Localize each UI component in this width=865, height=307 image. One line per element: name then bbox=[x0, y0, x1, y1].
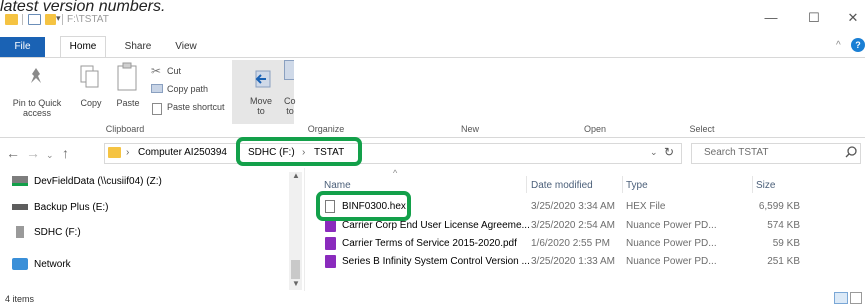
recent-locations-icon[interactable]: ⌄ bbox=[46, 148, 54, 162]
pin-to-quick-access-button[interactable]: Pin to Quick access bbox=[2, 98, 72, 118]
tab-share[interactable]: Share bbox=[118, 38, 158, 56]
sd-card-icon bbox=[16, 226, 24, 239]
network-icon bbox=[12, 258, 28, 271]
separator bbox=[62, 14, 63, 25]
item-count: 4 items bbox=[5, 294, 35, 304]
chevron-up-icon[interactable]: ^ bbox=[836, 40, 841, 51]
status-bar bbox=[0, 291, 865, 307]
copy-to-button[interactable]: Cop to bbox=[284, 96, 296, 116]
file-name: Series B Infinity System Control Version… bbox=[342, 256, 530, 267]
scroll-down-icon[interactable]: ▼ bbox=[292, 279, 300, 288]
column-header-size[interactable]: Size bbox=[756, 180, 775, 191]
network-drive-icon bbox=[12, 176, 28, 187]
title-bar bbox=[0, 13, 865, 31]
breadcrumb-separator: › bbox=[126, 147, 130, 158]
nav-item-sdhc[interactable]: SDHC (F:) bbox=[12, 223, 81, 243]
file-name: Carrier Terms of Service 2015-2020.pdf bbox=[342, 238, 517, 249]
nav-scrollbar-thumb[interactable] bbox=[291, 260, 300, 279]
scroll-up-icon[interactable]: ▲ bbox=[292, 171, 300, 180]
file-highlight-box bbox=[316, 191, 411, 221]
cut-button[interactable]: Cut bbox=[167, 66, 181, 76]
maximize-button[interactable]: ☐ bbox=[806, 10, 822, 26]
copy-path-button[interactable]: Copy path bbox=[167, 84, 208, 94]
large-icons-view-icon[interactable] bbox=[850, 292, 862, 304]
file-row[interactable]: Series B Infinity System Control Version… bbox=[320, 252, 820, 271]
details-view-icon[interactable] bbox=[834, 292, 848, 304]
pin-icon bbox=[26, 66, 46, 86]
cut-icon: ✂ bbox=[151, 64, 162, 78]
tab-view[interactable]: View bbox=[168, 38, 204, 56]
paste-shortcut-icon bbox=[152, 103, 162, 115]
file-row[interactable]: Carrier Terms of Service 2015-2020.pdf 1… bbox=[320, 234, 820, 253]
search-icon[interactable] bbox=[844, 145, 858, 159]
file-type: Nuance Power PD... bbox=[626, 256, 717, 267]
copy-button[interactable]: Copy bbox=[76, 98, 106, 108]
move-to-button[interactable]: Move to bbox=[246, 96, 276, 116]
chevron-down-icon[interactable]: ⌄ bbox=[650, 147, 658, 158]
clipboard-group-label: Clipboard bbox=[105, 124, 145, 134]
file-size: 59 KB bbox=[772, 238, 800, 249]
help-icon[interactable]: ? bbox=[851, 38, 865, 52]
file-date: 1/6/2020 2:55 PM bbox=[531, 238, 610, 249]
column-divider bbox=[622, 176, 623, 193]
column-header-type[interactable]: Type bbox=[626, 180, 648, 191]
breadcrumb-computer[interactable]: Computer AI250394 bbox=[138, 147, 227, 158]
column-divider bbox=[526, 176, 527, 193]
tab-home[interactable]: Home bbox=[60, 36, 106, 58]
search-placeholder[interactable]: Search TSTAT bbox=[704, 147, 768, 158]
nav-item-network[interactable]: Network bbox=[12, 255, 71, 275]
file-size: 251 KB bbox=[767, 256, 800, 267]
organize-group-label: Organize bbox=[307, 124, 345, 134]
file-date: 3/25/2020 2:54 AM bbox=[531, 220, 615, 231]
paste-button[interactable]: Paste bbox=[112, 98, 144, 108]
window-title: F:\TSTAT bbox=[67, 14, 109, 25]
pdf-icon bbox=[325, 255, 336, 268]
file-size: 6,599 KB bbox=[758, 201, 800, 212]
file-date: 3/25/2020 1:33 AM bbox=[531, 256, 615, 267]
nav-item-label: Network bbox=[34, 259, 71, 270]
new-folder-icon[interactable] bbox=[45, 14, 56, 25]
minimize-button[interactable]: — bbox=[763, 10, 779, 26]
address-highlight-box bbox=[236, 137, 362, 166]
nav-item-devfielddata[interactable]: DevFieldData (\\cusiif04) (Z:) bbox=[12, 172, 162, 192]
customize-quick-access-icon[interactable]: ▾ bbox=[56, 13, 61, 24]
nav-item-backup-plus[interactable]: Backup Plus (E:) bbox=[12, 198, 108, 218]
paste-shortcut-button[interactable]: Paste shortcut bbox=[167, 102, 225, 112]
drive-icon bbox=[12, 204, 28, 211]
file-date: 3/25/2020 3:34 AM bbox=[531, 201, 615, 212]
open-group-label: Open bbox=[583, 124, 607, 134]
copy-icon bbox=[79, 64, 101, 90]
nav-item-label: Backup Plus (E:) bbox=[34, 202, 109, 213]
refresh-icon[interactable]: ↻ bbox=[664, 145, 674, 159]
properties-icon[interactable] bbox=[28, 14, 41, 25]
pdf-icon bbox=[325, 237, 336, 250]
copy-to-icon bbox=[284, 60, 294, 80]
back-button[interactable]: ← bbox=[6, 146, 20, 160]
tab-file[interactable]: File bbox=[0, 37, 45, 57]
column-divider bbox=[752, 176, 753, 193]
up-button[interactable]: ↑ bbox=[62, 146, 69, 160]
column-header-name[interactable]: Name bbox=[324, 180, 351, 191]
file-size: 574 KB bbox=[767, 220, 800, 231]
new-group-label: New bbox=[460, 124, 479, 134]
separator bbox=[22, 14, 23, 25]
close-button[interactable]: ✕ bbox=[845, 10, 861, 26]
move-to-icon bbox=[252, 68, 274, 90]
select-group-label: Select bbox=[689, 124, 715, 134]
folder-icon bbox=[5, 14, 18, 25]
folder-icon bbox=[108, 147, 121, 158]
copy-path-icon bbox=[151, 84, 163, 93]
file-type: HEX File bbox=[626, 201, 666, 212]
paste-icon bbox=[115, 62, 139, 92]
forward-button[interactable]: → bbox=[26, 146, 40, 160]
file-type: Nuance Power PD... bbox=[626, 220, 717, 231]
nav-item-label: SDHC (F:) bbox=[34, 227, 81, 238]
nav-item-label: DevFieldData (\\cusiif04) (Z:) bbox=[34, 176, 162, 187]
sort-indicator-icon: ^ bbox=[393, 168, 398, 178]
file-type: Nuance Power PD... bbox=[626, 238, 717, 249]
column-header-date[interactable]: Date modified bbox=[531, 180, 593, 191]
